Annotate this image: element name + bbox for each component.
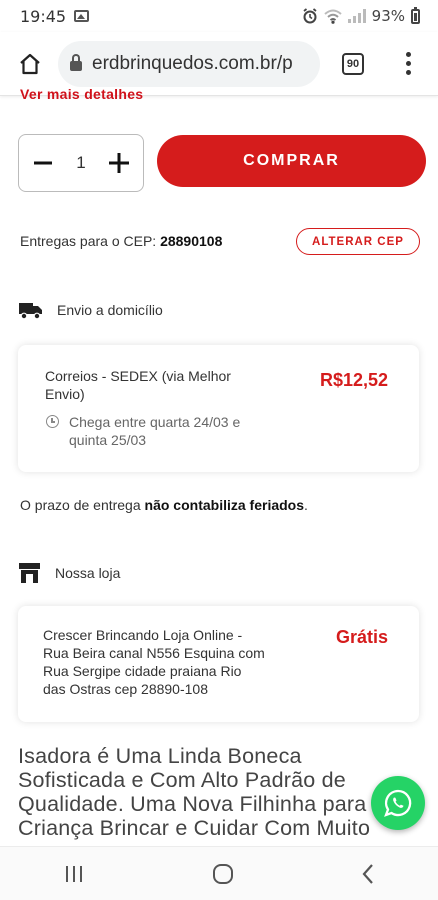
truck-icon: [19, 303, 42, 320]
lock-icon: [70, 54, 82, 71]
clock-icon: [46, 415, 59, 428]
battery-icon: [411, 6, 420, 24]
store-pickup-heading: Nossa loja: [18, 562, 120, 584]
url-text: erdbrinquedos.com.br/p: [92, 52, 293, 74]
wifi-icon: [323, 9, 342, 24]
home-delivery-label: Envio a domicílio: [57, 302, 163, 318]
whatsapp-icon: [384, 789, 412, 817]
store-pickup-label: Nossa loja: [55, 565, 121, 581]
gallery-notification-icon: [74, 10, 90, 22]
battery-percent: 93%: [371, 7, 405, 25]
shipping-eta: Chega entre quarta 24/03 e quinta 25/03: [69, 414, 241, 448]
home-icon: [20, 53, 40, 74]
quantity-value[interactable]: 1: [76, 153, 85, 173]
tab-switcher-button[interactable]: 90: [342, 52, 364, 75]
shipping-carrier: Correios - SEDEX (via Melhor Envio): [45, 368, 231, 402]
home-delivery-heading: Envio a domicílio: [18, 300, 163, 320]
recent-apps-icon[interactable]: [63, 865, 85, 883]
status-right: 93%: [302, 6, 420, 25]
alarm-icon: [303, 8, 317, 24]
minus-icon: [34, 161, 52, 165]
see-more-details-link[interactable]: Ver mais detalhes: [20, 86, 143, 102]
signal-icon: [347, 9, 366, 23]
product-description: Isadora é Uma Linda Boneca Sofisticada e…: [18, 744, 371, 840]
browser-menu-button[interactable]: [398, 52, 418, 75]
increase-quantity-button[interactable]: [107, 151, 131, 175]
status-left: 19:45: [20, 6, 90, 26]
shipping-option-card[interactable]: Correios - SEDEX (via Melhor Envio) R$12…: [18, 345, 419, 472]
whatsapp-button[interactable]: [371, 776, 425, 830]
plus-icon: [109, 153, 129, 173]
store-option-card[interactable]: Crescer Brincando Loja Online - Rua Beir…: [18, 606, 419, 722]
back-icon[interactable]: [361, 863, 375, 885]
status-time: 19:45: [20, 6, 67, 26]
delivery-note: O prazo de entrega não contabiliza feria…: [20, 497, 308, 513]
system-navigation-bar: [0, 846, 438, 900]
shipping-price: R$12,52: [320, 370, 389, 390]
delivery-cep-line: Entregas para o CEP: 28890108: [20, 233, 222, 249]
store-icon: [19, 563, 40, 583]
cep-prefix: Entregas para o CEP:: [20, 233, 157, 249]
decrease-quantity-button[interactable]: [31, 151, 55, 175]
buy-button[interactable]: COMPRAR: [157, 135, 426, 187]
quantity-stepper: 1: [18, 134, 144, 192]
status-bar: 19:45 93%: [0, 0, 438, 32]
address-bar[interactable]: erdbrinquedos.com.br/p: [58, 40, 320, 87]
store-price: Grátis: [336, 627, 389, 647]
store-address: Crescer Brincando Loja Online - Rua Beir…: [43, 627, 265, 697]
cep-value: 28890108: [160, 233, 223, 249]
change-cep-button[interactable]: ALTERAR CEP: [296, 228, 420, 255]
home-nav-icon[interactable]: [212, 863, 234, 885]
